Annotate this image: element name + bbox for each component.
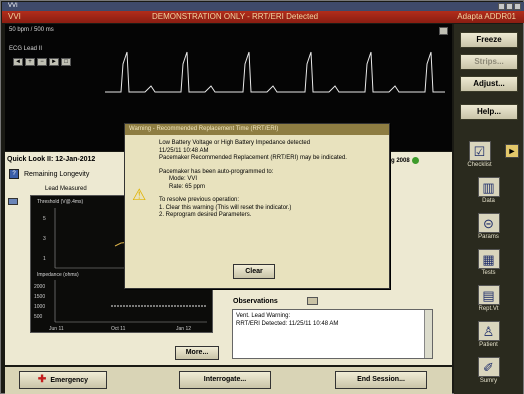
- dialog-line: 2. Reprogram desired Parameters.: [159, 212, 252, 218]
- x-tick-label: Oct 11: [111, 326, 126, 332]
- status-ok-icon: [411, 157, 419, 164]
- data-label: Data: [482, 198, 495, 204]
- y-tick-label: 3: [43, 236, 46, 242]
- emergency-icon: ✚: [37, 374, 47, 385]
- dialog-line: Mode: VVI: [169, 176, 198, 182]
- observations-title: Observations: [233, 298, 278, 305]
- device-brand: Adapta ADDR01: [457, 12, 516, 21]
- title-bar: VVI DEMONSTRATION ONLY - RRT/ERI Detecte…: [2, 11, 524, 23]
- end-session-button[interactable]: End Session...: [335, 371, 427, 389]
- report-icon: ▤: [477, 285, 500, 305]
- lead-trend-icon[interactable]: [8, 198, 18, 205]
- y-tick-label: 1: [43, 256, 46, 262]
- summary-icon: ✐: [477, 357, 500, 377]
- close-icon[interactable]: [514, 3, 521, 10]
- dialog-line: 11/25/11 10:48 AM: [159, 147, 209, 154]
- help-button[interactable]: Help...: [460, 104, 518, 120]
- quick-look-title: Quick Look II: 12-Jan-2012: [7, 156, 96, 163]
- window-controls: [498, 3, 521, 10]
- summary-label: Sumry: [479, 378, 498, 384]
- right-panel: Freeze Strips... Adjust... Help... ► ☑ C…: [454, 24, 523, 394]
- dialog-line: Rate: 65 ppm: [169, 183, 206, 190]
- observations-scrollbar[interactable]: [424, 310, 432, 358]
- freeze-button[interactable]: Freeze: [460, 32, 518, 48]
- dialog-message: Low Battery Voltage or High Battery Impe…: [159, 140, 385, 226]
- more-button[interactable]: More...: [175, 346, 219, 360]
- tests-button[interactable]: ▦ Tests: [454, 249, 523, 276]
- minimize-icon[interactable]: [498, 3, 505, 10]
- bottom-bar: ✚ Emergency Interrogate... End Session...: [5, 367, 452, 394]
- dialog-line: To resolve previous operation:: [159, 197, 240, 203]
- observations-list[interactable]: Vent. Lead Warning: RRT/ERI Detected: 11…: [232, 309, 433, 359]
- data-button[interactable]: ▥ Data: [454, 177, 523, 204]
- x-tick-label: Jun 11: [49, 326, 64, 332]
- dialog-line: Low Battery Voltage or High Battery Impe…: [159, 140, 311, 146]
- battery-icon: ?: [9, 169, 19, 179]
- summary-button[interactable]: ✐ Sumry: [454, 357, 523, 384]
- x-tick-label: Jan 12: [176, 326, 191, 332]
- dialog-line: 1. Clear this warning (This will reset t…: [159, 204, 292, 211]
- params-button[interactable]: ⊝ Params: [454, 213, 523, 240]
- params-label: Params: [478, 234, 499, 240]
- checklist-button[interactable]: ☑ Checklist: [445, 141, 514, 168]
- remaining-longevity-label: Remaining Longevity: [24, 170, 90, 178]
- rrt-warning-dialog: Warning - Recommended Replacement Time (…: [124, 123, 390, 289]
- observation-item: Vent. Lead Warning:: [236, 313, 291, 319]
- patient-label: Patient: [479, 342, 498, 348]
- data-icon: ▥: [477, 177, 500, 197]
- y-tick-label: 500: [34, 314, 43, 320]
- y-tick-label: 2000: [34, 284, 45, 290]
- y-tick-label: 1000: [34, 304, 45, 310]
- programmer-window: VVI VVI DEMONSTRATION ONLY - RRT/ERI Det…: [0, 0, 524, 394]
- demo-banner: DEMONSTRATION ONLY - RRT/ERI Detected: [152, 12, 319, 21]
- checklist-label: Checklist: [467, 162, 492, 168]
- params-icon: ⊝: [477, 213, 500, 233]
- y-tick-label: 5: [43, 216, 46, 222]
- emergency-label: Emergency: [50, 377, 89, 384]
- lead-measured-label: Lead Measured: [45, 186, 87, 192]
- remaining-longevity-row[interactable]: ? Remaining Longevity: [9, 169, 89, 179]
- system-bar: VVI: [2, 2, 524, 11]
- checklist-icon: ☑: [468, 141, 491, 161]
- dialog-title: Warning - Recommended Replacement Time (…: [125, 124, 389, 135]
- interrogate-button[interactable]: Interrogate...: [179, 371, 271, 389]
- y-tick-label: 1500: [34, 294, 45, 300]
- observations-icon[interactable]: [307, 297, 318, 305]
- maximize-icon[interactable]: [506, 3, 513, 10]
- strips-button[interactable]: Strips...: [460, 54, 518, 70]
- pacing-mode: VVI: [8, 12, 21, 21]
- tests-icon: ▦: [477, 249, 500, 269]
- tests-label: Tests: [481, 270, 496, 276]
- clear-button[interactable]: Clear: [233, 264, 275, 279]
- patient-button[interactable]: ♙ Patient: [454, 321, 523, 348]
- emergency-button[interactable]: ✚ Emergency: [19, 371, 107, 389]
- report-button[interactable]: ▤ Rept.Vt: [454, 285, 523, 312]
- patient-icon: ♙: [477, 321, 500, 341]
- observation-item: RRT/ERI Detected: 11/25/11 10:48 AM: [236, 321, 339, 327]
- warning-icon: ⚠: [132, 187, 147, 204]
- system-title: VVI: [8, 3, 18, 9]
- report-label: Rept.Vt: [478, 306, 499, 312]
- dialog-line: Pacemaker Recommended Replacement (RRT/E…: [159, 155, 347, 161]
- adjust-button[interactable]: Adjust...: [460, 76, 518, 92]
- dialog-line: Pacemaker has been auto-programmed to:: [159, 168, 274, 175]
